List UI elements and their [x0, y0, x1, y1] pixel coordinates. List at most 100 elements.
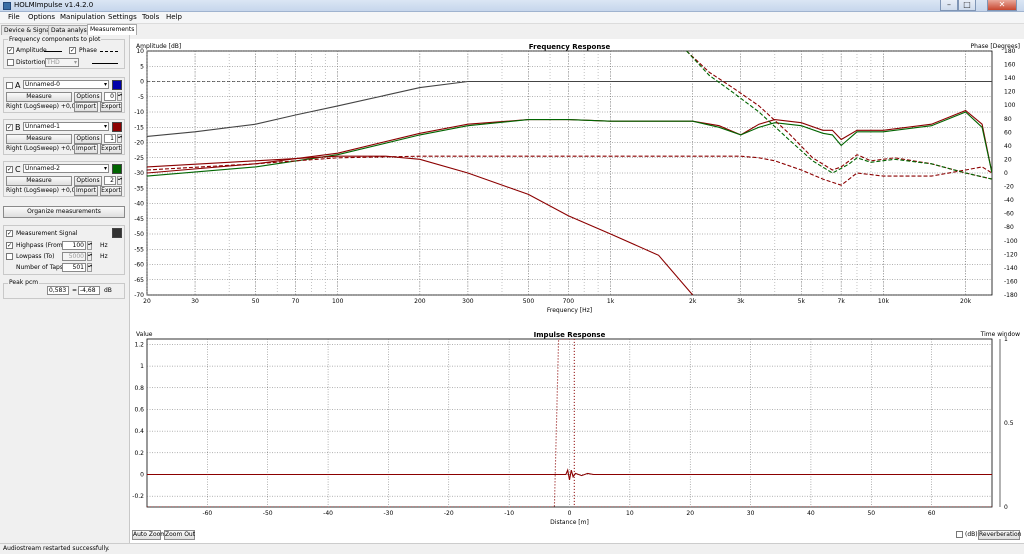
y-tick-label: -40	[134, 201, 144, 208]
y-tick-label: 1	[140, 363, 144, 370]
measurement-c-spinner[interactable]: ▴▾	[117, 176, 122, 185]
x-tick-label: 300	[462, 298, 474, 305]
tab-device-signal[interactable]: Device & Signal	[1, 25, 55, 35]
measurement-a-color-swatch[interactable]	[112, 80, 122, 90]
y-tick-label: -0.2	[132, 493, 144, 500]
y-tick-label: 1.2	[134, 341, 144, 348]
x-tick-label: 50	[252, 298, 260, 305]
options-b-button[interactable]: Options	[74, 134, 102, 144]
lowpass-unit: Hz	[100, 253, 108, 260]
measurement-c-name-select[interactable]: Unnamed-2 ▾	[23, 164, 109, 173]
tab-measurements[interactable]: Measurements	[87, 24, 138, 35]
y-tick-label: -10	[134, 109, 144, 116]
highpass-spinner[interactable]: ▴▾	[87, 241, 92, 250]
organize-measurements-button[interactable]: Organize measurements	[3, 206, 125, 218]
measurement-b-index[interactable]: 1	[104, 134, 116, 143]
close-button[interactable]: ✕	[987, 0, 1017, 11]
frequency-response-chart[interactable]: 20 30 50 70 100 200 300 500 700 1k 2k 3k 5k 7k 10k 20k1…	[130, 39, 1024, 319]
zoom-out-button[interactable]: Zoom Out	[164, 530, 195, 540]
lowpass-checkbox[interactable]	[6, 253, 13, 260]
x-tick-label: 70	[292, 298, 300, 305]
menu-bar: File Options Manipulation Settings Tools…	[0, 12, 1024, 24]
reverberation-button[interactable]: Reverberation	[978, 530, 1021, 540]
menu-tools[interactable]: Tools	[142, 13, 159, 21]
distortion-type-select[interactable]: THD ▾	[45, 58, 79, 67]
measurement-c-color-swatch[interactable]	[112, 164, 122, 174]
highpass-checkbox[interactable]: ✓	[6, 242, 13, 249]
export-a-button[interactable]: Export	[100, 102, 122, 112]
distortion-checkbox[interactable]	[7, 59, 14, 66]
x-tick-label: 700	[563, 298, 575, 305]
menu-help[interactable]: Help	[166, 13, 182, 21]
y-tick-label: 0.6	[134, 406, 144, 413]
x-tick-label: 50	[867, 510, 875, 517]
measurement-c-name: Unnamed-2	[25, 165, 61, 172]
db-label: (dB)	[965, 531, 978, 538]
measurement-signal-color-swatch[interactable]	[112, 228, 122, 238]
options-c-button[interactable]: Options	[74, 176, 102, 186]
measurement-a-name: Unnamed-0	[25, 81, 61, 88]
lowpass-input[interactable]: 5000	[62, 252, 86, 261]
measurement-a-checkbox[interactable]	[6, 82, 13, 89]
measurement-signal-checkbox[interactable]: ✓	[6, 230, 13, 237]
highpass-unit: Hz	[100, 242, 108, 249]
title-bar: HOLMImpulse v1.4.2.0 – □ ✕	[0, 0, 1024, 12]
phase-label: Phase	[79, 47, 97, 54]
phase-checkbox[interactable]: ✓	[69, 47, 76, 54]
export-b-button[interactable]: Export	[100, 144, 122, 154]
distortion-type-value: THD	[47, 59, 60, 66]
y2-tick-label: -60	[1004, 211, 1014, 218]
y2-tick-label: 120	[1004, 89, 1016, 96]
measurement-a-spinner[interactable]: ▴▾	[117, 92, 122, 101]
taps-input[interactable]: 501	[62, 263, 86, 272]
y-tick-label: -15	[134, 124, 144, 131]
taps-spinner[interactable]: ▴▾	[87, 263, 92, 272]
x-tick-label: 40	[807, 510, 815, 517]
measurement-c-index[interactable]: 2	[104, 176, 116, 185]
measurement-b-name-select[interactable]: Unnamed-1 ▾	[23, 122, 109, 131]
import-a-button[interactable]: Import	[74, 102, 98, 112]
x-tick-label: -10	[504, 510, 514, 517]
y-tick-label: -30	[134, 170, 144, 177]
lowpass-label: Lowpass (To)	[16, 253, 55, 260]
measure-c-button[interactable]: Measure	[6, 176, 72, 186]
y2-tick-label: -40	[1004, 197, 1014, 204]
measurement-a-letter: A	[15, 81, 21, 90]
options-a-button[interactable]: Options	[74, 92, 102, 102]
import-c-button[interactable]: Import	[74, 186, 98, 196]
y2-tick-label: -160	[1004, 278, 1018, 285]
y2-tick-label: 60	[1004, 129, 1012, 136]
amplitude-line-sample	[44, 51, 62, 52]
menu-settings[interactable]: Settings	[108, 13, 137, 21]
measurement-b-spinner[interactable]: ▴▾	[117, 134, 122, 143]
measure-a-button[interactable]: Measure	[6, 92, 72, 102]
status-bar: Audiostream restarted successfully.	[0, 543, 1024, 554]
y-tick-label: -65	[134, 277, 144, 284]
impulse-response-chart[interactable]: -60 -50 -40 -30 -20 -10 0 10 20 30 40 50 60 1.2 1 0.8 0.…	[130, 325, 1024, 535]
lowpass-spinner[interactable]: ▴▾	[87, 252, 92, 261]
x-tick-label: -20	[444, 510, 454, 517]
auto-zoom-button[interactable]: Auto Zoom	[132, 530, 166, 540]
menu-file[interactable]: File	[8, 13, 20, 21]
minimize-button[interactable]: –	[940, 0, 958, 11]
measurement-b-checkbox[interactable]: ✓	[6, 124, 13, 131]
measurement-a-index[interactable]: 0	[104, 92, 116, 101]
measurement-a-name-select[interactable]: Unnamed-0 ▾	[23, 80, 109, 89]
chart-title: Frequency Response	[529, 43, 611, 51]
measure-b-button[interactable]: Measure	[6, 134, 72, 144]
menu-manipulation[interactable]: Manipulation	[60, 13, 105, 21]
measurement-c-checkbox[interactable]: ✓	[6, 166, 13, 173]
measurement-b-color-swatch[interactable]	[112, 122, 122, 132]
y2-tick-label: -20	[1004, 184, 1014, 191]
y2-tick-label: -180	[1004, 292, 1018, 299]
db-checkbox[interactable]	[956, 531, 963, 538]
maximize-button[interactable]: □	[958, 0, 976, 11]
menu-options[interactable]: Options	[28, 13, 55, 21]
y2-tick-label: 0.5	[1004, 420, 1014, 427]
export-c-button[interactable]: Export	[100, 186, 122, 196]
highpass-input[interactable]: 100	[62, 241, 86, 250]
amplitude-checkbox[interactable]: ✓	[7, 47, 14, 54]
peak-equals: =	[72, 287, 78, 294]
y2-tick-label: 160	[1004, 62, 1016, 69]
import-b-button[interactable]: Import	[74, 144, 98, 154]
